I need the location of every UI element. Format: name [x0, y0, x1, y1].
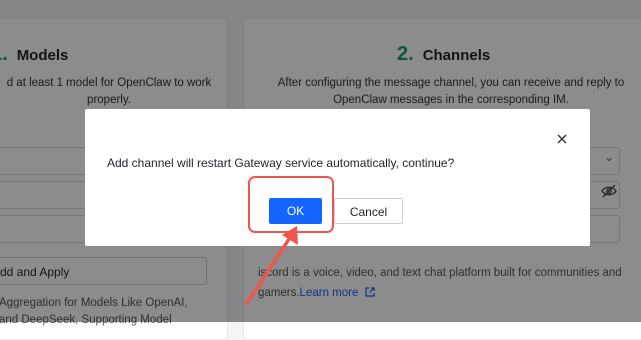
confirm-dialog: Add channel will restart Gateway service… [85, 109, 590, 246]
close-icon[interactable] [554, 131, 570, 147]
dialog-message: Add channel will restart Gateway service… [107, 156, 455, 170]
cancel-button[interactable]: Cancel [334, 198, 403, 224]
ok-button[interactable]: OK [269, 198, 322, 224]
